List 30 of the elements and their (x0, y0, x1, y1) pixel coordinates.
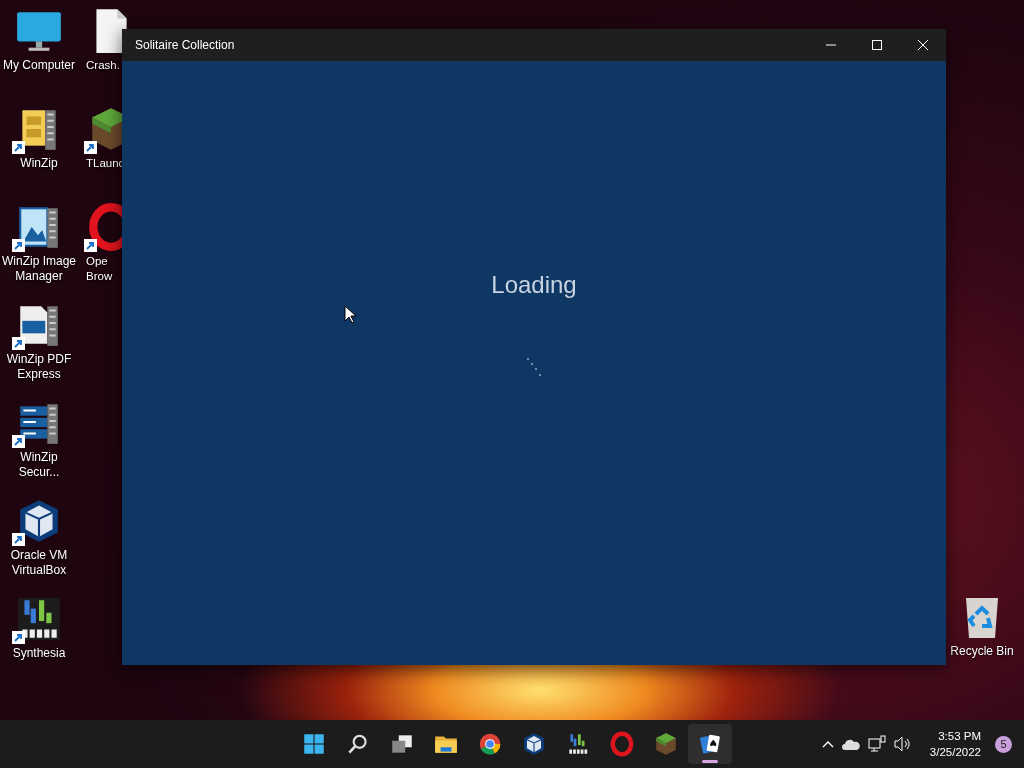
desktop-icon-label[interactable]: Synthesia (12, 646, 66, 661)
desktop-icon-label[interactable]: Recycle Bin (950, 644, 1014, 659)
start-icon (301, 731, 327, 757)
desktop-icon-label[interactable]: My Computer (3, 58, 75, 73)
desktop-icon-label[interactable]: WinZip Image Manager (0, 254, 78, 284)
taskbar-button[interactable] (688, 724, 732, 764)
desktop-icon-label[interactable]: WinZip PDF Express (0, 352, 78, 382)
chevron-up-icon[interactable] (821, 740, 834, 748)
desktop-icon-label[interactable]: TLaunc (86, 156, 122, 171)
clock-time[interactable]: 3:53 PM (938, 728, 981, 744)
close-icon (918, 40, 928, 50)
cloud-icon[interactable] (841, 738, 860, 750)
clock-date[interactable]: 3/25/2022 (929, 744, 981, 760)
maximize-icon (872, 40, 882, 50)
desktop-icon-label[interactable]: Ope Brow (86, 254, 122, 284)
loading-text: Loading (491, 271, 577, 299)
cube-icon (521, 731, 547, 757)
mouse-pointer-icon (344, 305, 356, 324)
desktop-icon-label[interactable]: Oracle VM VirtualBox (0, 548, 78, 578)
notification-badge[interactable]: 5 (995, 735, 1012, 753)
network-icon[interactable] (867, 735, 886, 753)
volume-icon[interactable] (893, 736, 912, 752)
desktop-icon-label[interactable]: Crash. (86, 58, 122, 73)
desktop-icon-label[interactable]: WinZip (20, 156, 58, 171)
window-title: Solitaire Collection (135, 38, 236, 52)
grass-block-icon (653, 731, 679, 757)
browser-icon (477, 731, 503, 757)
ring-icon (609, 731, 635, 757)
spinner-icon (526, 357, 542, 377)
desktop-icon-label[interactable]: WinZip Secur... (0, 450, 78, 480)
